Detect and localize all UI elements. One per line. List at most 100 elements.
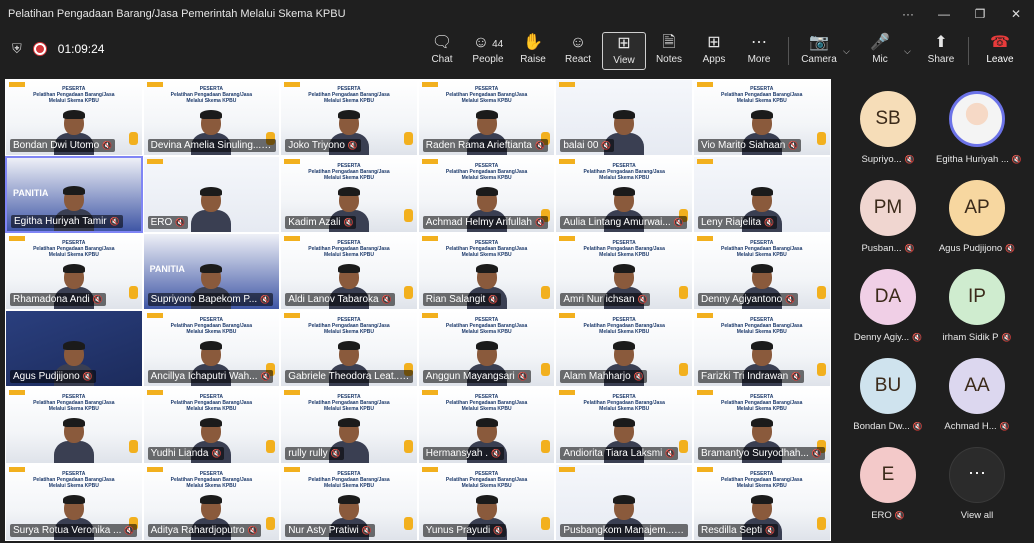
video-tile[interactable]: PESERTA Pelatihan Pengadaan Barang/Jasa Me… — [555, 310, 693, 387]
mascot-icon — [266, 517, 276, 530]
video-tile[interactable]: PESERTA Pelatihan Pengadaan Barang/Jasa Me… — [417, 79, 556, 156]
video-tile[interactable]: PANITIA Supriyono Bapekom P... 🔇 — [142, 233, 281, 310]
muted-mic-icon: 🔇 — [493, 526, 504, 535]
participant-avatar[interactable]: BU Bondan Dw... 🔇 — [847, 358, 929, 432]
react-button[interactable]: ☺ React — [556, 32, 600, 70]
video-tile[interactable]: PANITIA Egitha Huriyah Tamir 🔇 — [5, 156, 143, 233]
participant-name-label: Aditya Rahardjoputro 🔇 — [147, 524, 261, 537]
video-tile[interactable]: PESERTA Pelatihan Pengadaan Barang/Jasa Me… — [142, 310, 281, 387]
video-tile[interactable]: PESERTA Pelatihan Pengadaan Barang/Jasa Me… — [692, 233, 831, 310]
more-options-icon[interactable]: ··· — [890, 7, 926, 21]
video-tile[interactable]: PESERTA Pelatihan Pengadaan Barang/Jasa Me… — [555, 387, 693, 464]
view-button[interactable]: ⊞ View — [602, 32, 646, 70]
participant-hair — [200, 264, 223, 273]
close-button[interactable]: ✕ — [998, 7, 1034, 21]
notes-button[interactable]: 🗎 Notes — [647, 32, 691, 70]
camera-button[interactable]: 📷 Camera — [797, 32, 841, 70]
people-button[interactable]: ☺ 44 People — [466, 32, 510, 70]
participant-name-label: Andiorita Tiara Laksmi 🔇 — [560, 447, 679, 460]
view-all-button[interactable]: ⋯ View all — [936, 447, 1018, 521]
video-tile[interactable]: PESERTA Pelatihan Pengadaan Barang/Jasa Me… — [280, 310, 418, 387]
mascot-icon — [678, 440, 688, 453]
participant-avatar[interactable]: SB Supriyo... 🔇 — [847, 91, 929, 165]
add-apps-icon: ⊞ — [707, 34, 721, 51]
participant-name: Kadim Azali — [288, 217, 341, 228]
slide-header: PESERTA Pelatihan Pengadaan Barang/Jasa Me… — [281, 317, 417, 335]
participant-name: Surya Rotua Veronika ... — [13, 525, 122, 536]
video-tile[interactable]: PESERTA Pelatihan Pengadaan Barang/Jasa Me… — [280, 79, 418, 156]
hand-icon: ✋ — [523, 34, 543, 51]
video-tile[interactable]: PESERTA Pelatihan Pengadaan Barang/Jasa Me… — [5, 79, 143, 156]
participant-name: Andiorita Tiara Laksmi — [563, 448, 663, 459]
slide-header-line2: Melalui Skema KPBU — [461, 483, 512, 489]
minimize-button[interactable]: — — [926, 7, 962, 21]
mic-options-chevron-icon[interactable]: ⌵ — [904, 46, 911, 57]
video-tile[interactable]: PESERTA Pelatihan Pengadaan Barang/Jasa Me… — [280, 387, 418, 464]
participant-hair — [750, 495, 773, 504]
slide-header-line2: Melalui Skema KPBU — [599, 252, 650, 258]
share-button[interactable]: ⬆ Share — [919, 32, 963, 70]
video-tile[interactable]: PESERTA Pelatihan Pengadaan Barang/Jasa Me… — [5, 387, 143, 464]
participant-avatar[interactable]: Egitha Huriyah ... 🔇 — [936, 91, 1022, 165]
mascot-icon — [816, 132, 826, 145]
participant-name: Gabriele Theodora Leat... — [288, 371, 402, 382]
video-tile[interactable]: PESERTA Pelatihan Pengadaan Barang/Jasa Me… — [417, 233, 556, 310]
leave-button[interactable]: ☎ Leave — [978, 32, 1022, 70]
video-tile[interactable]: Agus Pudjijono 🔇 — [5, 310, 143, 387]
participant-avatar[interactable]: AP Agus Pudjijono 🔇 — [936, 180, 1018, 254]
participant-name-label: Bramantyo Suryodhah... 🔇 — [697, 447, 825, 460]
mascot-icon — [128, 286, 138, 299]
apps-button[interactable]: ⊞ Apps — [692, 32, 736, 70]
video-tile[interactable]: PESERTA Pelatihan Pengadaan Barang/Jasa Me… — [5, 464, 143, 541]
video-tile[interactable]: PESERTA Pelatihan Pengadaan Barang/Jasa Me… — [692, 387, 831, 464]
video-tile[interactable]: PESERTA Pelatihan Pengadaan Barang/Jasa Me… — [142, 464, 281, 541]
video-tile[interactable]: ERO 🔇 — [142, 156, 281, 233]
video-tile[interactable]: Pusbangkom Manajem... 🔇 — [555, 464, 693, 541]
participant-avatar[interactable]: DA Denny Agiy... 🔇 — [847, 269, 929, 343]
video-tile[interactable]: PESERTA Pelatihan Pengadaan Barang/Jasa Me… — [280, 233, 418, 310]
chat-button[interactable]: 🗨 Chat — [420, 32, 464, 70]
raise-label: Raise — [520, 54, 546, 65]
video-tile[interactable]: PESERTA Pelatihan Pengadaan Barang/Jasa Me… — [692, 79, 831, 156]
participant-hair — [613, 341, 636, 350]
video-tile[interactable]: PESERTA Pelatihan Pengadaan Barang/Jasa Me… — [417, 310, 556, 387]
video-tile[interactable]: Leny Riajelita 🔇 — [692, 156, 831, 233]
participant-name-label: ERO 🔇 — [147, 216, 189, 229]
video-tile[interactable]: balai 00 🔇 — [555, 79, 693, 156]
raise-hand-button[interactable]: ✋ Raise — [511, 32, 555, 70]
participant-avatar[interactable]: PM Pusban... 🔇 — [847, 180, 929, 254]
slide-header-line2: Melalui Skema KPBU — [599, 406, 650, 412]
video-tile[interactable]: PESERTA Pelatihan Pengadaan Barang/Jasa Me… — [692, 310, 831, 387]
video-tile[interactable]: PESERTA Pelatihan Pengadaan Barang/Jasa Me… — [555, 233, 693, 310]
participant-name: Ancillya Ichaputri Wah... — [150, 371, 258, 382]
video-tile[interactable]: PESERTA Pelatihan Pengadaan Barang/Jasa Me… — [692, 464, 831, 541]
video-tile[interactable]: PESERTA Pelatihan Pengadaan Barang/Jasa Me… — [417, 156, 556, 233]
share-label: Share — [927, 54, 955, 65]
video-tile[interactable]: PESERTA Pelatihan Pengadaan Barang/Jasa Me… — [555, 156, 693, 233]
participant-hair — [750, 341, 773, 350]
participant-avatar[interactable]: AA Achmad H... 🔇 — [936, 358, 1018, 432]
video-tile[interactable]: PESERTA Pelatihan Pengadaan Barang/Jasa Me… — [417, 387, 556, 464]
restore-button[interactable]: ❐ — [962, 7, 998, 21]
participant-name-label: Devina Amelia Sinuling... 🔇 — [147, 139, 276, 152]
chat-icon: 🗨 — [431, 34, 453, 51]
video-tile[interactable]: PESERTA Pelatihan Pengadaan Barang/Jasa Me… — [280, 464, 418, 541]
more-button[interactable]: ⋯ More — [737, 32, 781, 70]
participant-avatar[interactable]: E ERO 🔇 — [847, 447, 929, 521]
video-tile[interactable]: PESERTA Pelatihan Pengadaan Barang/Jasa Me… — [280, 156, 418, 233]
participant-avatar[interactable]: IP irham Sidik P 🔇 — [936, 269, 1018, 343]
video-tile[interactable]: PESERTA Pelatihan Pengadaan Barang/Jasa Me… — [142, 79, 281, 156]
video-tile[interactable]: PESERTA Pelatihan Pengadaan Barang/Jasa Me… — [5, 233, 143, 310]
mic-button[interactable]: 🎤 Mic — [858, 32, 902, 70]
slide-header: PESERTA Pelatihan Pengadaan Barang/Jasa Me… — [281, 86, 417, 104]
camera-label: Camera — [801, 54, 837, 65]
video-tile[interactable]: PESERTA Pelatihan Pengadaan Barang/Jasa Me… — [142, 387, 281, 464]
avatar-initials: BU — [860, 358, 916, 414]
participant-name: Egitha Huriyah Tamir — [14, 216, 107, 227]
video-tile[interactable]: PESERTA Pelatihan Pengadaan Barang/Jasa Me… — [417, 464, 556, 541]
participant-hair — [613, 110, 636, 119]
slide-header: PESERTA Pelatihan Pengadaan Barang/Jasa Me… — [281, 471, 417, 489]
mascot-icon — [541, 363, 551, 376]
camera-options-chevron-icon[interactable]: ⌵ — [843, 46, 850, 57]
participant-name-label: Anggun Mayangsari 🔇 — [422, 370, 531, 383]
